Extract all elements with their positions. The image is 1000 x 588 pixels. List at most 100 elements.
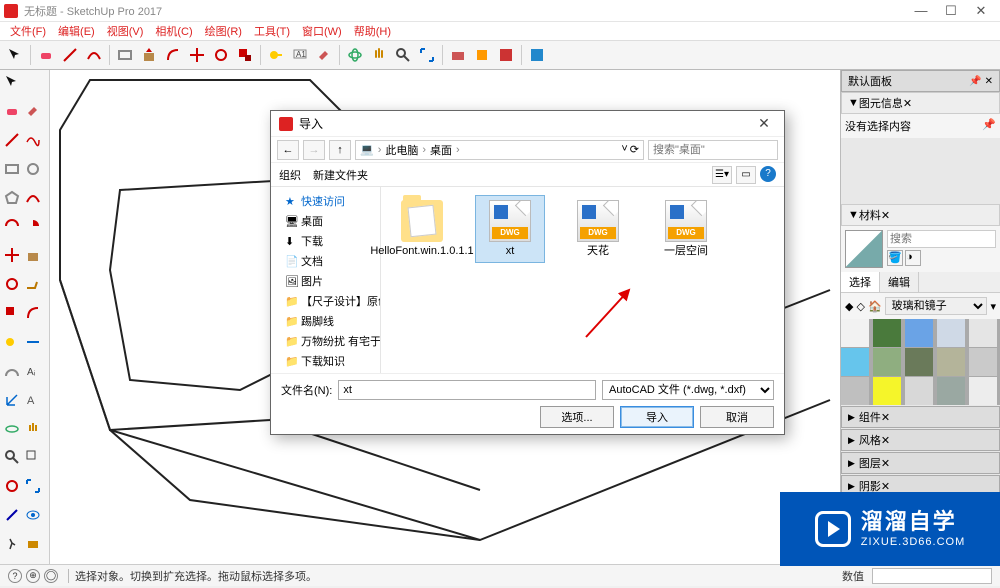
create-material-icon[interactable]: 🪣 [887,250,903,266]
breadcrumb-refresh-icon[interactable]: ⟳ [630,143,639,156]
file-list[interactable]: HelloFont.win.1.0.1.1 DWGxt DWG天花 DWG一层空间 [381,187,784,373]
material-swatch[interactable] [905,348,933,376]
status-user-icon[interactable]: ◯ [44,569,58,583]
position-icon[interactable] [2,505,22,525]
menu-tools[interactable]: 工具(T) [248,21,296,41]
material-swatch[interactable] [969,377,997,405]
default-material-icon[interactable]: ◑ [905,250,921,266]
material-swatch[interactable] [873,377,901,405]
offset2-icon[interactable] [23,303,43,323]
rotate-tool-icon[interactable] [210,44,232,66]
tree-item[interactable]: ⬇下载 [271,231,380,251]
freehand-icon[interactable] [23,130,43,150]
entity-pin-icon[interactable]: 📌 [982,118,996,131]
collection-menu-icon[interactable]: ▾ [990,300,996,313]
tab-select[interactable]: 选择 [841,272,880,292]
file-item[interactable]: HelloFont.win.1.0.1.1 [387,195,457,263]
orbit2-icon[interactable] [2,419,22,439]
material-swatch[interactable] [969,319,997,347]
prev-icon[interactable] [2,476,22,496]
material-swatch[interactable] [969,348,997,376]
warehouse-icon[interactable] [447,44,469,66]
arc-tool-icon[interactable] [83,44,105,66]
menu-window[interactable]: 窗口(W) [296,21,348,41]
tree-item[interactable]: 📁【尺子设计】原创 [271,291,380,311]
status-help-icon[interactable]: ? [8,569,22,583]
text-tool-icon[interactable]: A1 [289,44,311,66]
arc2-icon[interactable] [23,188,43,208]
panel-layers[interactable]: ▶图层✕ [841,452,1000,474]
zoom-extents-icon[interactable] [416,44,438,66]
eraser-icon[interactable] [35,44,57,66]
pushpull-icon[interactable] [138,44,160,66]
nav-back-button[interactable]: ← [277,140,299,160]
zoomwin-icon[interactable] [23,447,43,467]
line2-icon[interactable] [2,130,22,150]
polygon-icon[interactable] [2,188,22,208]
panel-components[interactable]: ▶组件✕ [841,406,1000,428]
folder-tree[interactable]: ★快速访问🖥桌面⬇下载📄文档🖼图片📁【尺子设计】原创📁踢脚线📁万物纷扰 有宅于📁… [271,187,381,373]
arc3-icon[interactable] [2,216,22,236]
followme-icon[interactable] [23,274,43,294]
rotate2-icon[interactable] [2,274,22,294]
filename-input[interactable] [338,380,596,400]
close-button[interactable]: ✕ [966,1,996,21]
tape-tool-icon[interactable] [265,44,287,66]
cancel-button[interactable]: 取消 [700,406,774,428]
tree-item[interactable]: 📁下载知识 [271,351,380,371]
select-icon[interactable] [2,72,22,92]
options-button[interactable]: 选项... [540,406,614,428]
eraser2-icon[interactable] [2,101,22,121]
line-tool-icon[interactable] [59,44,81,66]
menu-camera[interactable]: 相机(C) [149,21,198,41]
paint2-icon[interactable] [23,101,43,121]
panel-styles[interactable]: ▶风格✕ [841,429,1000,451]
panel-entity-info-header[interactable]: ▼ 图元信息 ✕ [841,92,1000,114]
material-swatch[interactable] [841,348,869,376]
file-item[interactable]: DWGxt [475,195,545,263]
menu-file[interactable]: 文件(F) [4,21,52,41]
panel-close-icon[interactable]: ✕ [881,209,890,222]
preview-pane-button[interactable]: ▭ [736,166,756,184]
protractor-icon[interactable] [2,361,22,381]
new-folder-button[interactable]: 新建文件夹 [313,167,368,183]
scale2-icon[interactable] [2,303,22,323]
pin-icon[interactable]: 📌 ✕ [969,76,993,87]
nav-back-icon[interactable]: ◆ [845,300,853,313]
panel-close-icon[interactable]: ✕ [903,97,912,110]
paint-tool-icon[interactable] [313,44,335,66]
zoom-tool-icon[interactable] [392,44,414,66]
filetype-dropdown[interactable]: AutoCAD 文件 (*.dwg, *.dxf) [602,380,774,400]
tree-item[interactable]: 📁踢脚线 [271,311,380,331]
offset-tool-icon[interactable] [162,44,184,66]
status-geo-icon[interactable]: ⊕ [26,569,40,583]
material-swatch[interactable] [905,377,933,405]
menu-draw[interactable]: 绘图(R) [199,21,248,41]
tab-edit[interactable]: 编辑 [880,272,919,292]
section-icon[interactable] [23,534,43,554]
file-item[interactable]: DWG一层空间 [651,195,721,263]
organize-button[interactable]: 组织 [279,167,301,183]
material-preview[interactable] [845,230,883,268]
view-mode-button[interactable]: ☰▾ [712,166,732,184]
breadcrumb[interactable]: 💻 › 此电脑 › 桌面 › ˅⟳ [355,140,644,160]
panel-materials-header[interactable]: ▼ 材料 ✕ [841,204,1000,226]
look-icon[interactable] [23,505,43,525]
pushpull2-icon[interactable] [23,245,43,265]
material-swatch[interactable] [905,319,933,347]
rect-tool-icon[interactable] [114,44,136,66]
tree-item[interactable]: ★快速访问 [271,191,380,211]
orbit-tool-icon[interactable] [344,44,366,66]
file-item[interactable]: DWG天花 [563,195,633,263]
scale-tool-icon[interactable] [234,44,256,66]
material-swatch[interactable] [937,348,965,376]
dim-icon[interactable] [23,332,43,352]
menu-edit[interactable]: 编辑(E) [52,21,101,41]
rect2-icon[interactable] [2,159,22,179]
move-tool-icon[interactable] [186,44,208,66]
material-swatch[interactable] [937,377,965,405]
zoomext-icon[interactable] [23,476,43,496]
breadcrumb-item[interactable]: 桌面 [430,142,452,158]
extension-icon[interactable] [471,44,493,66]
tree-item[interactable]: 📁万物纷扰 有宅于 [271,331,380,351]
